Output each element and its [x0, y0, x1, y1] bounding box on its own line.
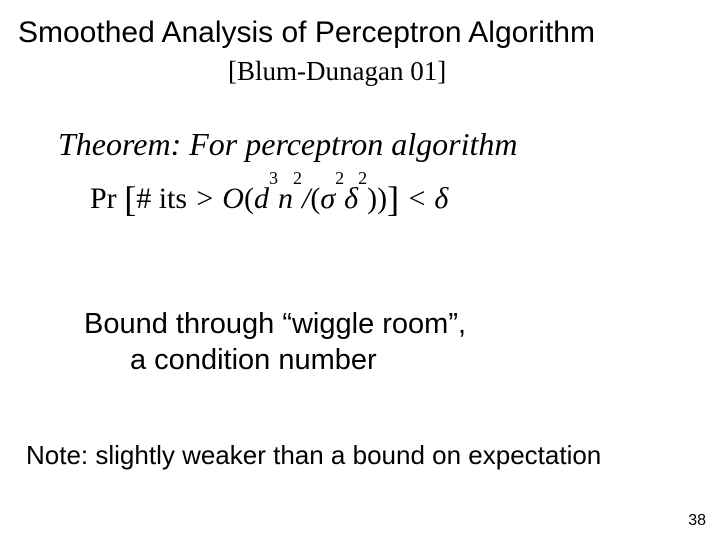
- probability-formula: Pr [# its > O(d3n2/(σ2δ2))] < δ: [90, 178, 448, 220]
- bound-line-1: Bound through “wiggle room”,: [84, 308, 466, 341]
- lt-symbol: <: [407, 182, 427, 215]
- right-square-bracket: ]: [387, 179, 399, 219]
- bound-line-2: a condition number: [130, 344, 377, 377]
- var-delta-inner: δ: [344, 182, 358, 215]
- var-sigma: σ: [320, 182, 335, 215]
- big-o: O: [222, 182, 244, 215]
- var-d: d: [254, 182, 269, 215]
- note-line: Note: slightly weaker than a bound on ex…: [26, 440, 601, 471]
- var-n: n: [278, 182, 293, 215]
- close-paren-2: ): [367, 182, 377, 215]
- num-its-label: # its: [136, 182, 187, 215]
- exp-sigma: 2: [335, 168, 344, 188]
- page-number: 38: [688, 512, 706, 530]
- citation: [Blum-Dunagan 01]: [228, 56, 446, 87]
- exp-delta: 2: [358, 168, 367, 188]
- pr-label: Pr: [90, 182, 117, 215]
- left-square-bracket: [: [124, 179, 136, 219]
- open-paren-1: (: [244, 182, 254, 215]
- gt-symbol: >: [195, 182, 215, 215]
- exp-n: 2: [293, 168, 302, 188]
- open-paren-2: (: [310, 182, 320, 215]
- slide: Smoothed Analysis of Perceptron Algorith…: [0, 0, 720, 540]
- close-paren-1: ): [377, 182, 387, 215]
- var-delta-rhs: δ: [434, 182, 448, 215]
- exp-d: 3: [269, 168, 278, 188]
- theorem-line: Theorem: For perceptron algorithm: [58, 126, 518, 163]
- slide-title: Smoothed Analysis of Perceptron Algorith…: [18, 16, 595, 50]
